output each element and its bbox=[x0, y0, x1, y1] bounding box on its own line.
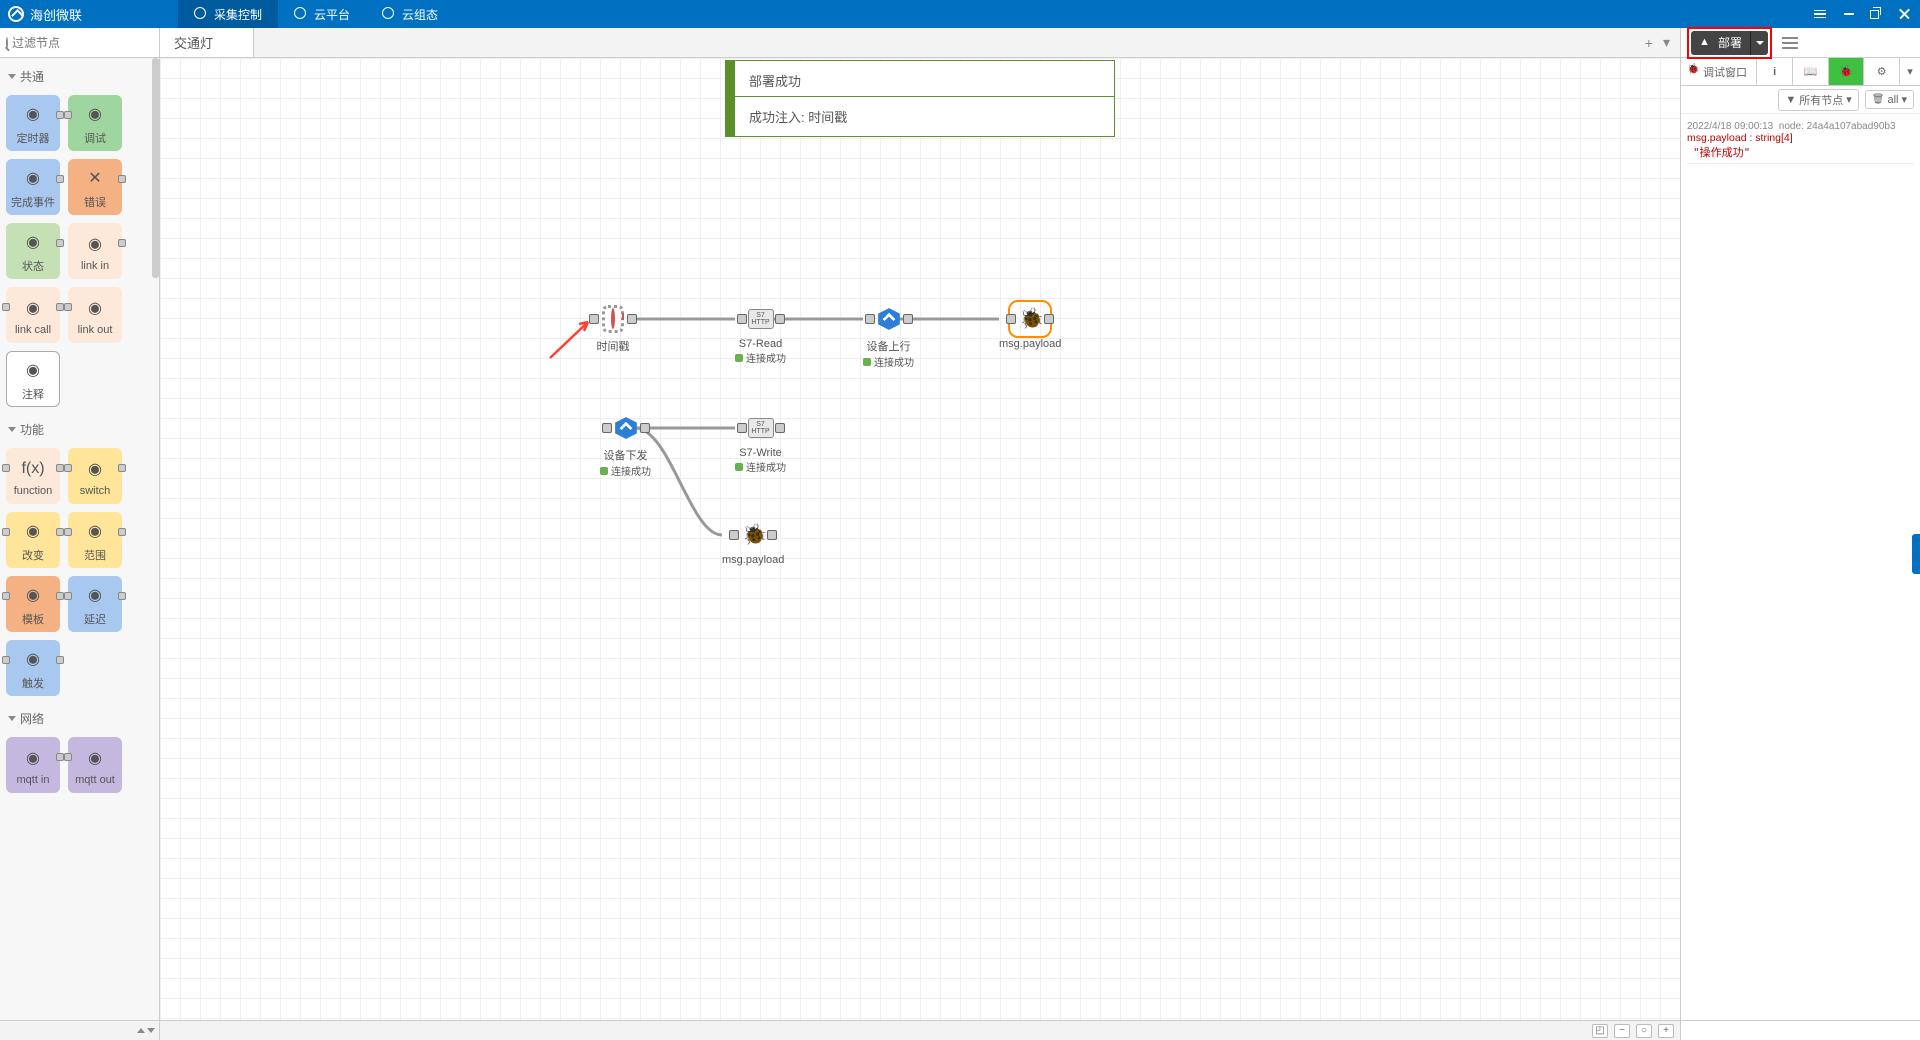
cloud-icon bbox=[382, 7, 396, 21]
debug-panel-tab[interactable]: 调试窗口 bbox=[1681, 58, 1757, 85]
collapse-up-icon[interactable] bbox=[137, 1028, 145, 1033]
debug-log: 2022/4/18 09:00:13 node: 24a4a107abad90b… bbox=[1681, 114, 1920, 1020]
palette-node-错误[interactable]: ✕错误 bbox=[68, 159, 122, 215]
cloud-icon bbox=[194, 7, 208, 21]
deploy-highlight: 部署 bbox=[1687, 27, 1772, 59]
wires bbox=[160, 58, 1680, 1020]
side-handle[interactable] bbox=[1912, 534, 1920, 574]
palette-node-触发[interactable]: ◉触发 bbox=[6, 640, 60, 696]
flow-node-download[interactable]: 设备下发连接成功 bbox=[600, 413, 651, 478]
add-tab-icon[interactable]: + bbox=[1645, 35, 1653, 51]
flow-node-s7read[interactable]: S7HTTPS7-Read连接成功 bbox=[735, 304, 786, 365]
palette-node-link out[interactable]: ◉link out bbox=[68, 287, 122, 343]
palette-node-完成事件[interactable]: ◉完成事件 bbox=[6, 159, 60, 215]
app-header: 海创微联 采集控制 云平台 云组态 bbox=[0, 0, 1920, 28]
rocket-icon bbox=[1699, 36, 1712, 49]
workspace: 交通灯 + ▾ 部署成功 成功注入: 时间戳 时间戳 S7HTTPS7-Read连… bbox=[160, 28, 1680, 1040]
right-footer bbox=[1681, 1020, 1920, 1040]
palette-node-switch[interactable]: ◉switch bbox=[68, 448, 122, 504]
canvas-footer: ◰ − ○ + bbox=[160, 1020, 1680, 1040]
tab-platform[interactable]: 云平台 bbox=[278, 0, 366, 28]
scrollbar[interactable] bbox=[152, 58, 159, 278]
palette-node-mqtt in[interactable]: ◉mqtt in bbox=[6, 737, 60, 793]
palette-node-范围[interactable]: ◉范围 bbox=[68, 512, 122, 568]
log-entry[interactable]: 2022/4/18 09:00:13 node: 24a4a107abad90b… bbox=[1687, 118, 1914, 164]
flow-tab[interactable]: 交通灯 bbox=[160, 28, 254, 57]
zoom-out-icon[interactable]: − bbox=[1614, 1024, 1630, 1038]
zoom-fit-icon[interactable]: ◰ bbox=[1592, 1024, 1608, 1038]
category-header[interactable]: 共通 bbox=[4, 62, 155, 91]
filter-nodes-button[interactable]: ▼ 所有节点 ▾ bbox=[1778, 89, 1858, 111]
info-tab[interactable]: i bbox=[1757, 58, 1793, 85]
palette-node-link in[interactable]: ◉link in bbox=[68, 223, 122, 279]
palette-node-link call[interactable]: ◉link call bbox=[6, 287, 60, 343]
palette-node-状态[interactable]: ◉状态 bbox=[6, 223, 60, 279]
search-input[interactable] bbox=[12, 36, 167, 50]
notification-inject: 成功注入: 时间戳 bbox=[725, 96, 1115, 137]
flow-node-debug1[interactable]: msg.payload bbox=[999, 304, 1061, 350]
flow-canvas[interactable]: 部署成功 成功注入: 时间戳 时间戳 S7HTTPS7-Read连接成功 设备上行连… bbox=[160, 58, 1680, 1020]
palette-node-注释[interactable]: ◉注释 bbox=[6, 351, 60, 407]
palette-node-定时器[interactable]: ◉定时器 bbox=[6, 95, 60, 151]
palette-node-模板[interactable]: ◉模板 bbox=[6, 576, 60, 632]
bug-icon bbox=[1687, 66, 1699, 78]
restore-icon[interactable] bbox=[1870, 7, 1884, 21]
right-sidebar: 部署 调试窗口 i 📖 🐞 ⚙ ▾ ▼ 所有节点 ▾ 🗑all ▾ 2022/4… bbox=[1680, 28, 1920, 1040]
sidebar-menu-icon[interactable] bbox=[1782, 37, 1798, 49]
cloud-icon bbox=[294, 7, 308, 21]
palette-node-调试[interactable]: ◉调试 bbox=[68, 95, 122, 151]
palette-list: 共通 ◉定时器◉调试◉完成事件✕错误◉状态◉link in◉link call◉l… bbox=[0, 58, 159, 1020]
flow-node-s7write[interactable]: S7HTTPS7-Write连接成功 bbox=[735, 413, 786, 474]
palette-node-mqtt out[interactable]: ◉mqtt out bbox=[68, 737, 122, 793]
clear-log-button[interactable]: 🗑all ▾ bbox=[1865, 90, 1914, 109]
palette-node-改变[interactable]: ◉改变 bbox=[6, 512, 60, 568]
zoom-reset-icon[interactable]: ○ bbox=[1636, 1024, 1652, 1038]
main-tabs: 采集控制 云平台 云组态 bbox=[178, 0, 454, 28]
debug-filter-row: ▼ 所有节点 ▾ 🗑all ▾ bbox=[1681, 86, 1920, 114]
brand: 海创微联 bbox=[8, 5, 178, 24]
debug-tab[interactable]: 🐞 bbox=[1829, 58, 1865, 85]
brand-logo-icon bbox=[8, 6, 24, 22]
config-tab[interactable]: ⚙ bbox=[1864, 58, 1900, 85]
trash-icon: 🗑 bbox=[1872, 94, 1885, 105]
collapse-down-icon[interactable] bbox=[147, 1028, 155, 1033]
brand-name: 海创微联 bbox=[30, 5, 82, 24]
minimize-icon[interactable] bbox=[1842, 7, 1856, 21]
category-header[interactable]: 功能 bbox=[4, 415, 155, 444]
palette-node-function[interactable]: f(x)function bbox=[6, 448, 60, 504]
tab-collect[interactable]: 采集控制 bbox=[178, 0, 278, 28]
palette-sidebar: 共通 ◉定时器◉调试◉完成事件✕错误◉状态◉link in◉link call◉l… bbox=[0, 28, 160, 1040]
flow-node-debug2[interactable]: msg.payload bbox=[722, 520, 784, 566]
right-header: 部署 bbox=[1681, 28, 1920, 58]
window-menu-icon[interactable] bbox=[1814, 7, 1828, 21]
notification-success: 部署成功 bbox=[725, 60, 1115, 101]
deploy-dropdown[interactable] bbox=[1750, 31, 1768, 55]
tab-config[interactable]: 云组态 bbox=[366, 0, 454, 28]
palette-footer bbox=[0, 1020, 159, 1040]
deploy-button[interactable]: 部署 bbox=[1691, 31, 1750, 55]
palette-node-延迟[interactable]: ◉延迟 bbox=[68, 576, 122, 632]
help-tab[interactable]: 📖 bbox=[1793, 58, 1829, 85]
flow-node-timer[interactable]: 时间戳 bbox=[595, 304, 631, 354]
search-icon bbox=[6, 37, 8, 49]
tab-list-icon[interactable]: ▾ bbox=[1663, 34, 1670, 51]
flow-tabs: 交通灯 + ▾ bbox=[160, 28, 1680, 58]
window-controls bbox=[1814, 7, 1912, 21]
palette-search bbox=[0, 28, 159, 58]
more-tab[interactable]: ▾ bbox=[1900, 58, 1920, 85]
category-header[interactable]: 网络 bbox=[4, 704, 155, 733]
zoom-in-icon[interactable]: + bbox=[1658, 1024, 1674, 1038]
panel-tabs: 调试窗口 i 📖 🐞 ⚙ ▾ bbox=[1681, 58, 1920, 86]
flow-node-upload[interactable]: 设备上行连接成功 bbox=[863, 304, 914, 369]
close-icon[interactable] bbox=[1898, 7, 1912, 21]
